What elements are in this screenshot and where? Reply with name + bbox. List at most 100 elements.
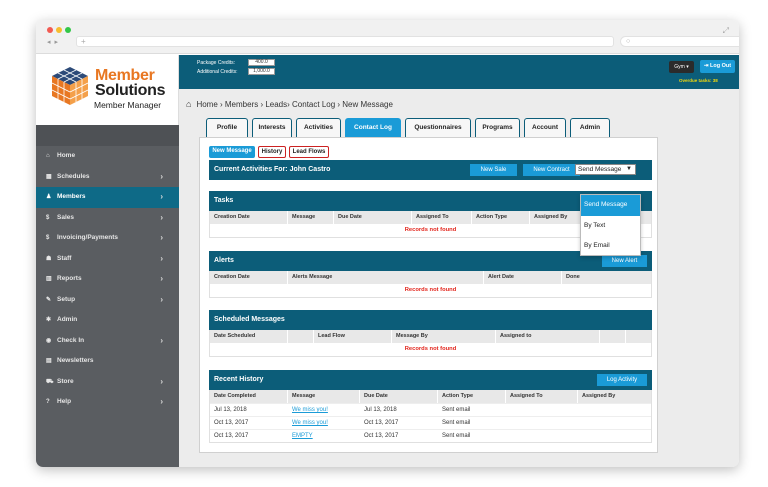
dropdown-option[interactable]: Send Message [581, 195, 640, 216]
forward-icon[interactable]: ▸ [55, 39, 59, 46]
table-cell[interactable]: We miss you! [288, 404, 328, 416]
new-tab-icon[interactable]: + [81, 37, 86, 46]
dropdown-option[interactable]: By Text [581, 216, 640, 237]
top-bar: Package Credits: 400.0 Additional Credit… [179, 55, 739, 89]
additional-credits-label: Additional Credits: [197, 69, 238, 75]
expand-icon[interactable]: ⤢ [723, 26, 729, 36]
logo[interactable]: Member Solutions Member Manager [36, 55, 179, 125]
browser-window: ◂ ▸ + ○ ⤢ Member Solutions Member Manage… [36, 20, 739, 467]
sidebar-item-label: Store [57, 377, 74, 385]
sidebar-item-sales[interactable]: $ Sales › [36, 208, 179, 229]
back-icon[interactable]: ◂ [47, 39, 51, 46]
minimize-dot-icon[interactable] [56, 27, 62, 33]
tab-admin[interactable]: Admin [570, 118, 610, 137]
new-alert-button[interactable]: New Alert [602, 255, 647, 267]
column-header [288, 330, 314, 343]
column-header: Assigned To [412, 211, 472, 224]
sidebar-item-staff[interactable]: ☗ Staff › [36, 249, 179, 270]
table-cell[interactable]: We miss you! [288, 417, 328, 429]
breadcrumb-path[interactable]: Home › Members › Leads› Contact Log › Ne… [196, 100, 393, 109]
column-header: Creation Date [210, 211, 288, 224]
new-sale-button[interactable]: New Sale [470, 164, 517, 176]
sidebar-item-invoicing-payments[interactable]: $ Invoicing/Payments › [36, 228, 179, 249]
contact-log-panel: New Message History Lead Flows Current A… [199, 137, 658, 453]
table-cell[interactable]: EMPTY [288, 430, 313, 442]
tab-profile[interactable]: Profile [206, 118, 248, 137]
newspaper-icon: ▤ [46, 358, 52, 364]
scheduled-messages-title: Scheduled Messages [214, 316, 285, 323]
column-header [600, 330, 626, 343]
send-message-select-value: Send Message [578, 166, 622, 173]
new-contract-button[interactable]: New Contract [523, 164, 580, 176]
column-header: Alerts Message [288, 271, 484, 284]
subtab-lead-flows[interactable]: Lead Flows [289, 146, 329, 158]
package-credits-value: 400.0 [248, 59, 275, 66]
sidebar-item-store[interactable]: ⛟ Store › [36, 372, 179, 393]
cube-logo-icon [51, 67, 89, 105]
tab-account[interactable]: Account [524, 118, 566, 137]
log-activity-button[interactable]: Log Activity [597, 374, 647, 386]
overdue-tasks-link[interactable]: Overdue tasks: 38 [679, 78, 718, 83]
column-header: Message [288, 390, 360, 403]
search-icon: ○ [626, 38, 631, 45]
sidebar: Member Solutions Member Manager ⌂ Home ▦ Sc… [36, 55, 179, 467]
subtab-new-message[interactable]: New Message [209, 146, 255, 158]
gym-select-button[interactable]: Gym ▾ [669, 61, 694, 73]
table-cell: Jul 13, 2018 [214, 407, 247, 413]
sidebar-item-check-in[interactable]: ◉ Check In › [36, 331, 179, 352]
table-row: Oct 13, 2017 EMPTY Oct 13, 2017 Sent email [210, 429, 651, 442]
chevron-right-icon: › [160, 233, 163, 242]
chevron-right-icon: › [160, 335, 163, 345]
home-icon: ⌂ [46, 153, 50, 159]
sidebar-item-schedules[interactable]: ▦ Schedules › [36, 167, 179, 188]
sidebar-item-home[interactable]: ⌂ Home [36, 146, 179, 167]
url-bar[interactable]: + [76, 36, 614, 47]
sidebar-item-setup[interactable]: ✎ Setup › [36, 290, 179, 311]
column-header: Done [562, 271, 653, 284]
scheduled-empty-message: Records not found [404, 346, 457, 352]
send-message-select[interactable]: Send Message ▼ [575, 164, 636, 175]
sidebar-item-label: Members [57, 193, 86, 200]
sidebar-item-label: Sales [57, 213, 74, 221]
tab-contact-log[interactable]: Contact Log [345, 118, 401, 137]
column-header: Due Date [334, 211, 412, 224]
column-header: Assigned To [506, 390, 578, 403]
close-dot-icon[interactable] [47, 27, 53, 33]
browser-search-bar[interactable]: ○ [620, 36, 739, 47]
table-cell: Oct 13, 2017 [364, 420, 399, 426]
table-cell: Oct 13, 2017 [214, 433, 249, 439]
sidebar-item-newsletters[interactable]: ▤ Newsletters [36, 351, 179, 372]
sidebar-item-members[interactable]: ♟ Members › [36, 187, 179, 208]
sidebar-item-admin[interactable]: ✱ Admin [36, 310, 179, 331]
dropdown-option[interactable]: By Email [581, 236, 640, 257]
table-row: Jul 13, 2018 We miss you! Jul 13, 2018 Sent… [210, 403, 651, 416]
sidebar-item-label: Home [57, 152, 76, 159]
chevron-right-icon: › [160, 171, 163, 181]
message-link[interactable]: EMPTY [292, 433, 313, 439]
column-header: Date Completed [210, 390, 288, 403]
tab-programs[interactable]: Programs [475, 118, 520, 137]
maximize-dot-icon[interactable] [65, 27, 71, 33]
tab-interests[interactable]: Interests [252, 118, 292, 137]
chevron-right-icon: › [160, 294, 163, 304]
breadcrumb: ⌂ Home › Members › Leads› Contact Log › N… [186, 99, 393, 109]
message-link[interactable]: We miss you! [292, 407, 328, 413]
column-header: Date Scheduled [210, 330, 288, 343]
home-icon[interactable]: ⌂ [186, 99, 191, 109]
column-header: Due Date [360, 390, 438, 403]
package-credits-label: Package Credits: [197, 60, 236, 66]
table-row: Oct 13, 2017 We miss you! Oct 13, 2017 Sent… [210, 416, 651, 429]
wrench-icon: ✎ [46, 296, 52, 303]
subtab-history[interactable]: History [258, 146, 286, 158]
column-header: Lead Flow [314, 330, 392, 343]
sidebar-item-help[interactable]: ? Help › [36, 392, 179, 413]
sidebar-item-label: Staff [57, 254, 72, 262]
column-header: Message By [392, 330, 496, 343]
message-link[interactable]: We miss you! [292, 420, 328, 426]
tab-questionnaires[interactable]: Questionnaires [405, 118, 471, 137]
calendar-icon: ▦ [46, 173, 52, 180]
sidebar-item-reports[interactable]: ▥ Reports › [36, 269, 179, 290]
brand-subtitle: Member Manager [94, 100, 162, 110]
logout-button[interactable]: ⇥ Log Out [700, 60, 735, 73]
tab-activities[interactable]: Activities [296, 118, 341, 137]
